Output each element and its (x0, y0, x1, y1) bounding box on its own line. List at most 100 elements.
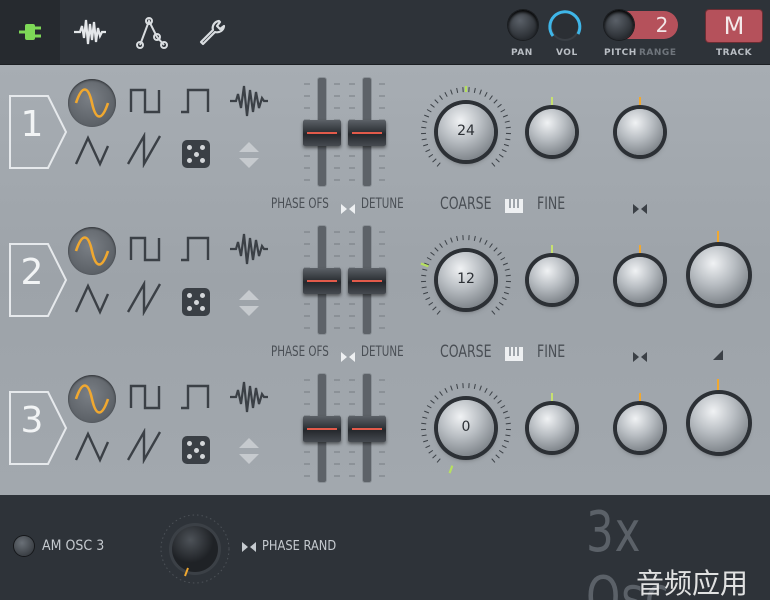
phase-ofs-label-2: PHASE OFS (271, 344, 329, 360)
vol-knob[interactable] (545, 6, 585, 46)
fader-indicator (307, 280, 337, 282)
osc3-phase-offset-fader[interactable] (303, 416, 341, 442)
dice-dot (187, 158, 192, 163)
bowtie-icon (340, 200, 356, 214)
am-osc-label: AM OSC 3 (42, 538, 105, 554)
osc1-detune-fader[interactable] (348, 120, 386, 146)
osc2-mix-knob[interactable] (617, 257, 663, 303)
osc2-coarse-value: 12 (457, 271, 475, 287)
phase-rand-label: PHASE RAND (262, 539, 337, 554)
plugin-window: PAN VOL 2 PITCH RANGE M TRACK 1 24 2 12 3 0 PH… (0, 0, 770, 600)
fader-indicator (307, 132, 337, 134)
osc3-triangle-wave-icon[interactable] (74, 430, 110, 464)
osc1-noise-wave-icon[interactable] (228, 82, 270, 120)
osc2-detune-fader[interactable] (348, 268, 386, 294)
tab-settings[interactable] (182, 0, 242, 64)
dice-dot (193, 299, 199, 305)
phase-rand-knob[interactable] (158, 512, 232, 586)
stereo-bowtie-icon[interactable] (632, 200, 648, 214)
osc3-detune-fader[interactable] (348, 416, 386, 442)
detune-label-2: DETUNE (361, 344, 404, 360)
osc2-noise-wave-icon[interactable] (228, 230, 270, 268)
fader-indicator (352, 280, 382, 282)
osc2-sine-wave-icon (72, 233, 112, 269)
fader-indicator (307, 428, 337, 430)
plug-icon (19, 24, 41, 40)
osc2-number: 2 (20, 252, 44, 293)
osc1-fine-marker (548, 92, 556, 107)
fine-label-2: FINE (537, 342, 566, 362)
piano-keys-icon[interactable] (504, 198, 524, 214)
coarse-label-2: COARSE (440, 342, 492, 362)
osc2-pulse-wave-icon[interactable] (178, 234, 212, 264)
osc1-mix-marker (636, 92, 644, 107)
osc3-sine-wave-icon (72, 381, 112, 417)
dice-dot (187, 441, 192, 446)
dice-dot (200, 293, 205, 298)
osc1-triangle-wave-icon[interactable] (74, 134, 110, 168)
stereo-bowtie-icon[interactable] (632, 348, 648, 362)
pan-label: PAN (511, 48, 533, 58)
top-bar: PAN VOL 2 PITCH RANGE M TRACK (0, 0, 770, 65)
osc1-sine-wave-icon (72, 85, 112, 121)
bowtie-icon (340, 348, 356, 362)
tab-waveform[interactable] (60, 0, 120, 64)
track-button[interactable]: M (706, 10, 762, 42)
fader-indicator (352, 428, 382, 430)
osc3-volume-knob[interactable] (690, 394, 748, 452)
osc3-noise-wave-icon[interactable] (228, 378, 270, 416)
piano-keys-icon[interactable] (504, 346, 524, 362)
osc1-saw-wave-icon[interactable] (126, 131, 164, 169)
dice-dot (187, 293, 192, 298)
osc1-phase-offset-fader[interactable] (303, 120, 341, 146)
osc2-random-wave-button[interactable] (182, 288, 210, 316)
fader-indicator (352, 132, 382, 134)
waveform-icon (74, 19, 106, 45)
range-value: 2 (655, 13, 669, 37)
dice-dot (200, 145, 205, 150)
osc1-square-wave-icon[interactable] (128, 86, 162, 116)
dice-dot (200, 441, 205, 446)
am-osc-toggle[interactable] (14, 536, 34, 556)
osc3-mix-marker (636, 388, 644, 403)
dice-dot (200, 158, 205, 163)
osc1-random-wave-button[interactable] (182, 140, 210, 168)
osc1-mix-knob[interactable] (617, 109, 663, 155)
dice-dot (200, 306, 205, 311)
detune-label-1: DETUNE (361, 196, 404, 212)
osc3-mix-knob[interactable] (617, 405, 663, 451)
volume-ramp-icon (712, 346, 724, 360)
osc3-pulse-wave-icon[interactable] (178, 382, 212, 412)
osc3-fine-knob[interactable] (529, 405, 575, 451)
osc2-triangle-wave-icon[interactable] (74, 282, 110, 316)
osc1-pulse-wave-icon[interactable] (178, 86, 212, 116)
osc2-fine-knob[interactable] (529, 257, 575, 303)
bowtie-icon (242, 542, 256, 552)
osc3-random-wave-button[interactable] (182, 436, 210, 464)
pan-knob[interactable] (508, 10, 538, 40)
osc2-mix-marker (636, 240, 644, 255)
osc1-wave-stepper[interactable] (236, 140, 262, 170)
osc3-coarse-value: 0 (461, 419, 471, 435)
osc2-phase-offset-fader[interactable] (303, 268, 341, 294)
osc2-vol-marker (714, 228, 722, 243)
pitch-knob[interactable] (604, 10, 634, 40)
dice-dot (187, 145, 192, 150)
osc2-square-wave-icon[interactable] (128, 234, 162, 264)
osc3-wave-stepper[interactable] (236, 436, 262, 466)
phase-ofs-label-1: PHASE OFS (271, 196, 329, 212)
pitch-label: PITCH (604, 48, 637, 58)
wrench-icon (199, 19, 226, 46)
vol-label: VOL (556, 48, 578, 58)
tab-plugin[interactable] (0, 0, 60, 64)
osc1-fine-knob[interactable] (529, 109, 575, 155)
dice-dot (200, 454, 205, 459)
tab-envelope[interactable] (122, 0, 182, 64)
osc2-wave-stepper[interactable] (236, 288, 262, 318)
osc3-square-wave-icon[interactable] (128, 382, 162, 412)
osc2-volume-knob[interactable] (690, 246, 748, 304)
osc3-saw-wave-icon[interactable] (126, 427, 164, 465)
osc2-saw-wave-icon[interactable] (126, 279, 164, 317)
track-label: TRACK (716, 48, 753, 58)
osc3-vol-marker (714, 376, 722, 391)
